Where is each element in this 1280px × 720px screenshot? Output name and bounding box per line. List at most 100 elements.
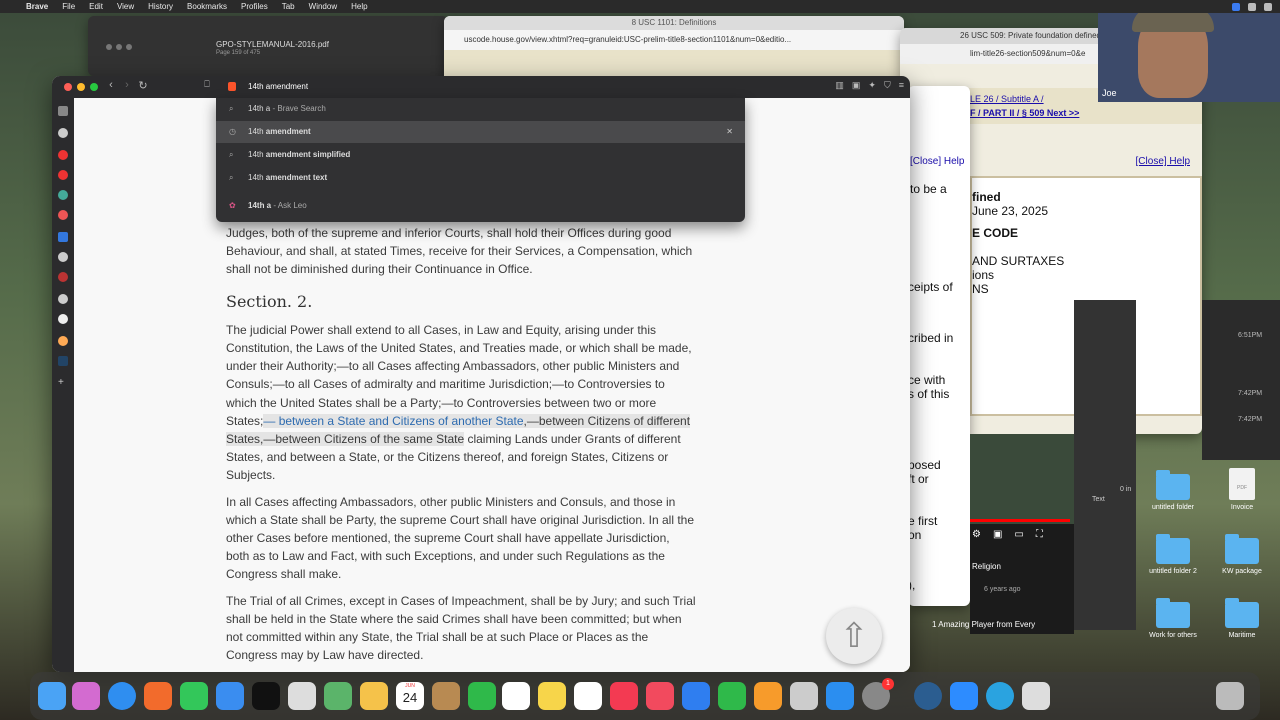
zoom-app-icon[interactable]	[950, 682, 978, 710]
facetime-icon[interactable]	[468, 682, 496, 710]
desktop-folder[interactable]: KW package	[1207, 534, 1277, 575]
reminders-icon[interactable]	[502, 682, 530, 710]
video-thumbnail[interactable]	[970, 434, 1074, 524]
news-icon[interactable]	[646, 682, 674, 710]
apple-tv-icon[interactable]	[252, 682, 280, 710]
finder-icon[interactable]	[38, 682, 66, 710]
video-title[interactable]: Religion	[972, 562, 1001, 571]
notes-pen-icon[interactable]	[288, 682, 316, 710]
sidebar-add-icon[interactable]: +	[58, 378, 68, 388]
pages-icon[interactable]	[754, 682, 782, 710]
desktop-folder[interactable]: Work for others	[1138, 598, 1208, 639]
sidebar-site-icon[interactable]	[58, 190, 68, 200]
menu-help[interactable]: Help	[351, 2, 367, 11]
music-icon[interactable]	[610, 682, 638, 710]
desktop-folder[interactable]: Maritime	[1207, 598, 1277, 639]
highlighted-link[interactable]: — between a State and Citizens of anothe…	[263, 413, 524, 428]
usc-tab[interactable]: 8 USC 1101: Definitions	[444, 16, 904, 30]
menu-file[interactable]: File	[62, 2, 75, 11]
minimize-window-button[interactable]	[77, 83, 85, 91]
contacts-icon[interactable]	[432, 682, 460, 710]
reload-icon[interactable]: ↻	[136, 79, 150, 92]
settings-icon[interactable]: ⚙	[972, 529, 981, 545]
sidebar-site-icon[interactable]	[58, 252, 68, 262]
sidebar-site-icon[interactable]	[58, 314, 68, 324]
sidebar-site-icon[interactable]	[58, 128, 68, 138]
sidebar-youtube-icon[interactable]	[58, 170, 68, 180]
usc509-nav[interactable]: LE 26 / Subtitle A /	[970, 94, 1044, 104]
video-title-2[interactable]: 1 Amazing Player from Every	[932, 620, 1035, 629]
trash-icon[interactable]	[1216, 682, 1244, 710]
notes-icon[interactable]	[538, 682, 566, 710]
usc509-nav2[interactable]: F / PART II / § 509 Next >>	[970, 108, 1079, 118]
video-progress[interactable]	[970, 519, 1070, 522]
status-icon[interactable]	[1232, 2, 1240, 11]
status-icon[interactable]	[1264, 2, 1272, 11]
suggestion-item[interactable]: ◷ 14th amendment ✕	[216, 121, 745, 143]
menu-view[interactable]: View	[117, 2, 134, 11]
address-input[interactable]: 14th amendment	[248, 82, 308, 91]
bookmark-icon[interactable]: ⎕	[200, 79, 214, 90]
sidebar-site-icon[interactable]	[58, 294, 68, 304]
messages-icon[interactable]	[180, 682, 208, 710]
numbers-icon[interactable]	[718, 682, 746, 710]
fullscreen-icon[interactable]: ⛶	[1036, 529, 1043, 545]
shields-icon[interactable]: ⛉	[884, 80, 891, 91]
desktop-folder[interactable]: untitled folder 2	[1138, 534, 1208, 575]
menu-history[interactable]: History	[148, 2, 173, 11]
zoom-window-button[interactable]	[90, 83, 98, 91]
sidebar-site-icon[interactable]	[58, 232, 68, 242]
menu-tab[interactable]: Tab	[282, 2, 295, 11]
sidebar-toggle-icon[interactable]: ▥	[835, 80, 844, 91]
theater-icon[interactable]: ▭	[1014, 529, 1023, 545]
scroll-to-top-button[interactable]: ⇧	[826, 608, 882, 664]
menu-bookmarks[interactable]: Bookmarks	[187, 2, 227, 11]
desktop-file[interactable]: PDF Invoice	[1207, 468, 1277, 511]
back-icon[interactable]: ‹	[104, 79, 118, 91]
preview-icon[interactable]	[790, 682, 818, 710]
menu-profiles[interactable]: Profiles	[241, 2, 268, 11]
pdf-window[interactable]: GPO-STYLEMANUAL-2016.pdf Page 159 of 475	[88, 16, 448, 76]
sidebar-flag-icon[interactable]	[58, 272, 68, 282]
forward-icon[interactable]: ›	[120, 79, 134, 91]
miniplayer-icon[interactable]: ▣	[993, 529, 1002, 545]
printer-icon[interactable]	[1022, 682, 1050, 710]
close-help-link[interactable]: [Close] Help	[1136, 156, 1190, 167]
wallet-icon[interactable]: ▣	[852, 80, 861, 91]
zoom-value[interactable]: 0 in	[1120, 486, 1131, 493]
suggestion-item[interactable]: ⌕ 14th amendment simplified	[216, 144, 745, 166]
mail-icon[interactable]	[216, 682, 244, 710]
telegram-icon[interactable]	[986, 682, 1014, 710]
photos-icon[interactable]	[360, 682, 388, 710]
sidebar-panel-icon[interactable]	[58, 106, 68, 116]
sidebar-site-icon[interactable]	[58, 336, 68, 346]
keynote-icon[interactable]	[682, 682, 710, 710]
safari-icon[interactable]	[108, 682, 136, 710]
menu-app-name[interactable]: Brave	[26, 2, 48, 11]
remove-suggestion-icon[interactable]: ✕	[726, 121, 733, 143]
menu-window[interactable]: Window	[309, 2, 337, 11]
suggestion-item[interactable]: ⌕ 14th amendment text	[216, 167, 745, 189]
sidebar-youtube-icon[interactable]	[58, 150, 68, 160]
leo-icon[interactable]: ✦	[868, 80, 876, 91]
launchpad-icon[interactable]	[72, 682, 100, 710]
calendar-icon[interactable]: JUN 24	[396, 682, 424, 710]
suggestion-item[interactable]: ✿ 14th a - Ask Leo	[216, 195, 745, 217]
brave-dock-icon[interactable]	[144, 682, 172, 710]
menu-edit[interactable]: Edit	[89, 2, 103, 11]
quicktime-icon[interactable]	[914, 682, 942, 710]
maps-icon[interactable]	[324, 682, 352, 710]
sidebar-notion-icon[interactable]	[58, 356, 68, 366]
usc-url[interactable]: uscode.house.gov/view.xhtml?req=granulei…	[444, 30, 904, 50]
desktop-folder[interactable]: untitled folder	[1138, 470, 1208, 511]
close-window-button[interactable]	[64, 83, 72, 91]
address-bar[interactable]: 14th amendment	[216, 78, 744, 96]
status-icon[interactable]	[1248, 2, 1256, 11]
video-player[interactable]: ⚙ ▣ ▭ ⛶ Religion 6 years ago 1 Amazing P…	[932, 434, 1074, 634]
sidebar-site-icon[interactable]	[58, 210, 68, 220]
close-help-link[interactable]: [Close] Help	[910, 156, 964, 167]
app-store-icon[interactable]	[826, 682, 854, 710]
suggestion-item[interactable]: ⌕ 14th a - Brave Search	[216, 98, 745, 120]
freeform-icon[interactable]	[574, 682, 602, 710]
menu-icon[interactable]: ≡	[899, 80, 904, 91]
